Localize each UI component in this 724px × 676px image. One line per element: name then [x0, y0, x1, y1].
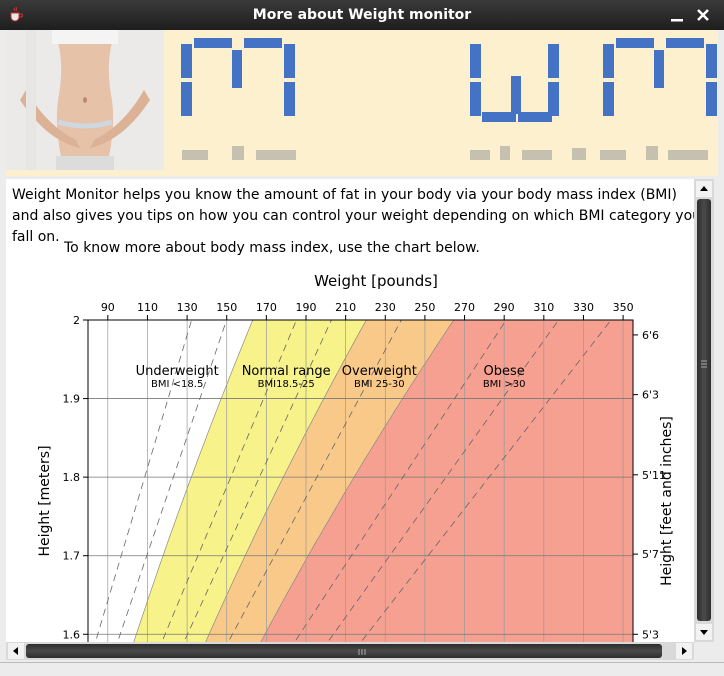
y-tick-label-left: 1.7 [63, 550, 81, 563]
category-label-normal-range: Normal range [242, 364, 331, 379]
bmi-chart: 90 110 130 150 170 190 210 230 250 270 290 310 330 35… [37, 272, 675, 642]
y-tick-label-right: 5'3 [642, 628, 659, 641]
chart-title: Weight [pounds] [314, 272, 438, 290]
x-tick-label: 90 [101, 301, 115, 314]
minimize-icon[interactable] [668, 6, 686, 24]
about-window: More about Weight monitor Weight Monitor… [0, 0, 724, 676]
x-tick-label: 210 [335, 301, 356, 314]
x-tick-label: 350 [613, 301, 634, 314]
horizontal-scrollbar[interactable] [6, 642, 694, 660]
x-tick-label: 110 [137, 301, 158, 314]
y-tick-label-left: 1.8 [63, 471, 81, 484]
window-right-border [718, 30, 724, 670]
scroll-corner [694, 642, 714, 660]
y-tick-label-left: 1.9 [63, 393, 81, 406]
vertical-scroll-thumb[interactable] [697, 199, 711, 621]
horizontal-scroll-thumb[interactable] [26, 644, 662, 658]
category-range-normal-range: BMI18.5-25 [258, 379, 315, 390]
x-tick-label: 250 [414, 301, 435, 314]
y-tick-label-right: 5'7 [642, 548, 659, 561]
y-axis-label-right: Height [feet and inches] [659, 416, 675, 586]
y-tick-label-left: 1.6 [63, 628, 81, 641]
scroll-right-icon[interactable] [676, 643, 692, 659]
y-axis-label-left: Height [meters] [37, 445, 53, 556]
category-range-underweight: BMI <18.5 [151, 379, 203, 390]
x-tick-label: 270 [454, 301, 475, 314]
y-tick-label-right: 6'3 [642, 389, 659, 402]
category-label-obese: Obese [484, 364, 525, 379]
content-pane: Weight Monitor helps you know the amount… [6, 179, 694, 642]
x-tick-label: 170 [256, 301, 277, 314]
category-range-obese: BMI >30 [483, 379, 526, 390]
y-tick-label-right: 6'6 [642, 329, 659, 342]
chart-intro-text: To know more about body mass index, use … [64, 240, 480, 256]
scroll-left-icon[interactable] [8, 643, 24, 659]
x-tick-label: 130 [177, 301, 198, 314]
x-tick-label: 230 [375, 301, 396, 314]
x-tick-label: 190 [296, 301, 317, 314]
y-tick-label-left: 2 [73, 314, 80, 327]
intro-text: Weight Monitor helps you know the amount… [12, 187, 694, 245]
window-bottom-border [0, 662, 724, 676]
x-tick-label: 310 [533, 301, 554, 314]
scroll-up-icon[interactable] [696, 181, 712, 197]
scroll-down-icon[interactable] [696, 624, 712, 640]
title-bar[interactable]: More about Weight monitor [0, 0, 724, 30]
x-tick-label: 150 [216, 301, 237, 314]
category-label-underweight: Underweight [136, 364, 219, 379]
waist-measuring-tape-photo [6, 30, 164, 170]
category-range-overweight: BMI 25-30 [354, 379, 405, 390]
vertical-scrollbar[interactable] [694, 179, 714, 642]
x-tick-label: 330 [573, 301, 594, 314]
category-label-overweight: Overweight [342, 364, 417, 379]
banner [6, 30, 718, 176]
x-tick-label: 290 [494, 301, 515, 314]
window-title: More about Weight monitor [252, 7, 472, 23]
close-icon[interactable] [694, 6, 712, 24]
